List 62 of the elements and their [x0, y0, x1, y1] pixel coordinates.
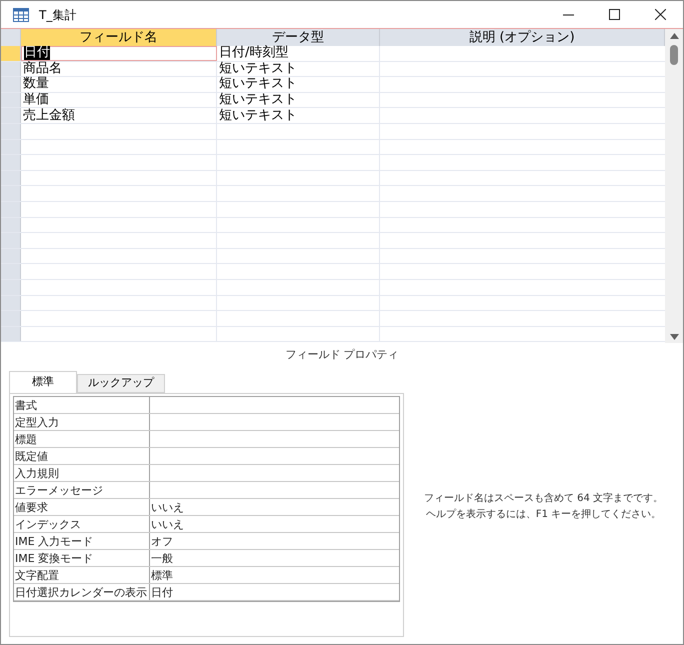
property-label: 文字配置 [15, 568, 59, 582]
property-value[interactable]: 日付 [151, 586, 173, 598]
tab[interactable]: 標準 [9, 371, 77, 393]
property-value[interactable]: オフ [151, 534, 173, 548]
minimize-icon [562, 14, 574, 16]
row-selector[interactable] [1, 170, 21, 186]
property-value[interactable]: いいえ [151, 500, 184, 514]
row-selector[interactable] [1, 248, 21, 264]
column-header[interactable]: データ型 [217, 29, 380, 46]
row-selector[interactable] [1, 296, 21, 310]
row-selector[interactable] [1, 46, 21, 61]
table-cell: 日付 [24, 46, 50, 60]
row-selector[interactable] [1, 140, 21, 154]
scroll-thumb[interactable] [670, 45, 678, 65]
property-value[interactable]: いいえ [151, 518, 184, 530]
row-selector[interactable] [1, 326, 21, 342]
help-text: フィールド名はスペースも含めて 64 文字までです。 ヘルプを表示するには、F1 キーを押してください。 [424, 492, 664, 522]
row-selector[interactable] [1, 280, 21, 294]
row-selector[interactable] [1, 264, 21, 279]
column-header[interactable]: フィールド名 [21, 29, 217, 46]
table-cell: 日付/時刻型 [219, 46, 288, 60]
scroll-down-icon[interactable] [670, 334, 678, 340]
row-selector[interactable] [1, 77, 21, 92]
scroll-up-icon[interactable] [670, 33, 678, 39]
property-value[interactable]: 一般 [151, 552, 173, 564]
row-selector[interactable] [1, 62, 21, 76]
property-value[interactable]: 標準 [151, 568, 173, 582]
scrollbar[interactable] [665, 29, 683, 343]
row-selector[interactable] [1, 311, 21, 326]
row-selector[interactable] [1, 186, 21, 201]
property-label: インデックス [15, 518, 81, 530]
row-selector[interactable] [1, 218, 21, 232]
row-selector[interactable] [1, 202, 21, 217]
table-cell: 短いテキスト [219, 108, 297, 123]
close-icon [654, 9, 666, 20]
property-label: 値要求 [15, 500, 48, 514]
property-label: 既定値 [15, 450, 48, 462]
section-label: フィールド プロパティ [285, 347, 399, 363]
table-cell: 商品名 [23, 62, 62, 76]
property-label: 定型入力 [15, 416, 59, 428]
row-selector[interactable] [1, 233, 21, 248]
property-label: 標題 [15, 432, 37, 446]
table-cell: 数量 [23, 77, 49, 92]
table-icon [13, 8, 29, 22]
row-selector[interactable] [1, 124, 21, 139]
property-label: IME 変換モード [15, 552, 94, 564]
property-label: 書式 [15, 398, 37, 412]
table-cell: 売上金額 [23, 108, 75, 123]
table-cell: 短いテキスト [219, 62, 297, 76]
maximize-icon [608, 9, 620, 20]
table-cell: 短いテキスト [219, 77, 297, 92]
row-selector[interactable] [1, 108, 21, 123]
row-selector[interactable] [1, 155, 21, 170]
table-cell: 短いテキスト [219, 93, 297, 108]
property-label: IME 入力モード [15, 534, 94, 548]
window-title: T_集計 [39, 6, 76, 24]
property-label: 日付選択カレンダーの表示 [15, 586, 147, 598]
row-selector[interactable] [1, 92, 21, 108]
property-label: エラーメッセージ [15, 484, 103, 496]
property-label: 入力規則 [15, 466, 59, 480]
table-cell: 単価 [23, 93, 49, 108]
tab[interactable]: ルックアップ [77, 374, 165, 393]
